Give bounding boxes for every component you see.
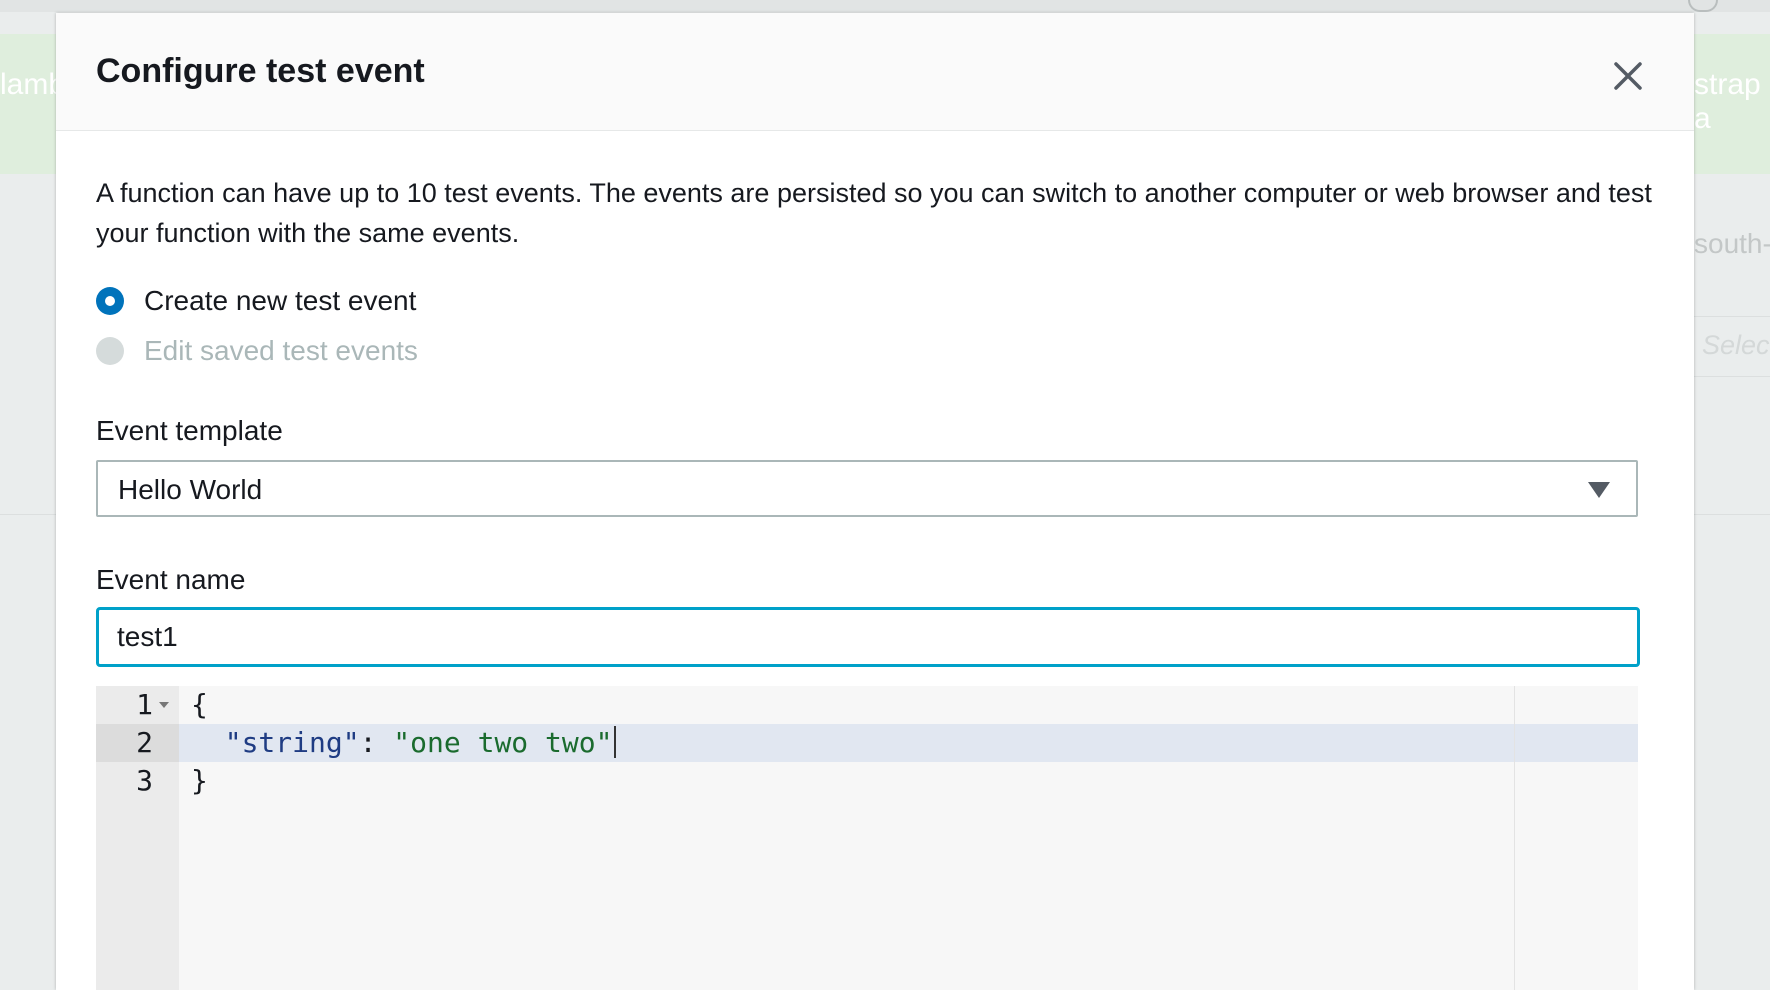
code-line: { (191, 686, 208, 724)
editor-print-margin (1514, 686, 1515, 990)
event-template-selected-value: Hello World (118, 474, 263, 505)
json-brace: { (191, 688, 208, 721)
dialog-title: Configure test event (96, 52, 425, 90)
background-divider (1694, 376, 1770, 377)
radio-edit-saved-test-events[interactable]: Edit saved test events (96, 335, 418, 367)
json-string-value: "one two two" (393, 726, 613, 759)
radio-label: Create new test event (144, 285, 417, 316)
event-name-input[interactable] (96, 607, 1640, 667)
background-divider (1694, 316, 1770, 317)
dialog-header: Configure test event (56, 13, 1694, 131)
configure-test-event-dialog: Configure test event A function can have… (56, 13, 1694, 990)
close-icon (1614, 62, 1642, 90)
radio-button-disabled[interactable] (96, 337, 124, 365)
event-name-label: Event name (96, 564, 246, 595)
background-divider (1694, 514, 1770, 515)
caret-down-icon (1588, 482, 1610, 498)
code-line: } (191, 762, 208, 800)
background-text-right: strap a (1694, 68, 1761, 135)
background-select-placeholder: Select (1702, 330, 1770, 360)
json-brace: } (191, 764, 208, 797)
dialog-description: A function can have up to 10 test events… (96, 178, 1652, 248)
background-divider (0, 514, 56, 515)
json-separator: : (359, 726, 394, 759)
radio-create-new-test-event[interactable]: Create new test event (96, 285, 416, 317)
radio-button-checked[interactable] (96, 287, 124, 315)
radio-label: Edit saved test events (144, 335, 418, 366)
text-cursor (614, 726, 617, 758)
json-code-editor[interactable]: 1 2 3 { "string": "one two two" } (96, 686, 1638, 990)
fold-arrow-icon[interactable] (159, 702, 169, 708)
event-template-select[interactable]: Hello World (96, 460, 1638, 517)
line-number: 1 (136, 688, 153, 721)
background-region-text: south- (1694, 228, 1770, 259)
code-line-active: "string": "one two two" (191, 724, 617, 762)
line-number: 2 (136, 726, 153, 759)
event-template-label: Event template (96, 415, 283, 446)
line-number: 3 (136, 764, 153, 797)
json-key: "string" (224, 726, 360, 759)
close-button[interactable] (1608, 56, 1648, 96)
background-top-bar (0, 0, 1770, 12)
